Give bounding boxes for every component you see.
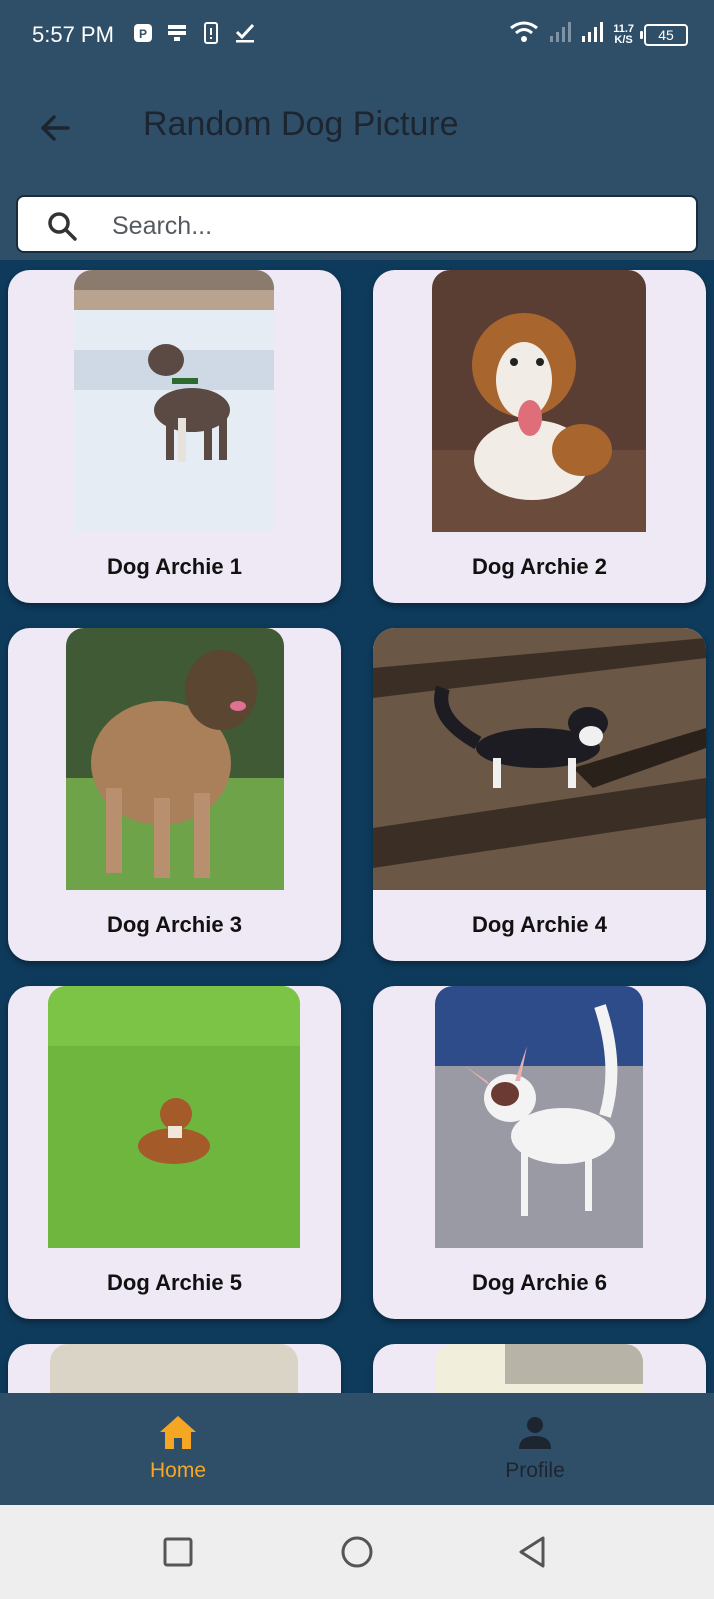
bottom-navigation: Home Profile (0, 1393, 714, 1505)
svg-text:P: P (139, 27, 147, 41)
recent-apps-button[interactable] (158, 1532, 198, 1572)
dog-card-title: Dog Archie 3 (107, 912, 242, 937)
dog-card-title: Dog Archie 2 (472, 554, 607, 579)
dog-card[interactable]: Dog Archie 5 (8, 986, 341, 1319)
notification-check-icon (234, 22, 256, 44)
dog-image (432, 270, 646, 532)
app-header: 5:57 PM P 11.7 K/S 45 Random Dog Picture (0, 0, 714, 260)
dog-grid: Dog Archie 1 Dog Archie 2 Dog Archie 3 D… (0, 262, 714, 1393)
network-speed-unit: K/S (614, 33, 633, 46)
dog-image (48, 986, 300, 1248)
dog-card[interactable] (373, 1344, 706, 1393)
dog-card-title: Dog Archie 5 (107, 1270, 242, 1295)
notification-app-icon: P (132, 22, 154, 44)
dog-card-title: Dog Archie 1 (107, 554, 242, 579)
status-time: 5:57 PM (32, 22, 114, 47)
back-button[interactable] (34, 106, 78, 150)
signal-weak-icon (549, 21, 572, 48)
page-title: Random Dog Picture (143, 105, 459, 143)
nav-home-label: Home (149, 1459, 207, 1482)
notification-icons: P (132, 22, 256, 44)
notification-phone-icon (200, 22, 222, 44)
circle-icon (341, 1536, 373, 1568)
home-system-button[interactable] (337, 1532, 377, 1572)
search-input[interactable]: Search... (16, 195, 698, 253)
search-placeholder: Search... (112, 212, 213, 240)
dog-image (66, 628, 284, 890)
dog-card[interactable]: Dog Archie 3 (8, 628, 341, 961)
dog-card[interactable]: Dog Archie 6 (373, 986, 706, 1319)
dog-image (373, 628, 706, 890)
status-right: 11.7 K/S 45 (509, 20, 688, 49)
triangle-back-icon (519, 1536, 545, 1568)
network-speed-value: 11.7 (613, 22, 634, 35)
notification-desktop-icon (166, 22, 188, 44)
app-bar: Random Dog Picture (0, 90, 714, 166)
dog-card[interactable]: Dog Archie 4 (373, 628, 706, 961)
dog-image (74, 270, 274, 532)
status-bar: 5:57 PM P 11.7 K/S 45 (0, 0, 714, 72)
dog-image (435, 986, 643, 1248)
back-system-button[interactable] (513, 1532, 553, 1572)
dog-image (435, 1344, 643, 1393)
home-icon (156, 1411, 200, 1455)
dog-image (50, 1344, 298, 1393)
nav-profile[interactable]: Profile (455, 1411, 615, 1483)
signal-icon (581, 21, 604, 48)
wifi-icon (509, 20, 539, 49)
dog-card[interactable] (8, 1344, 341, 1393)
nav-home[interactable]: Home (98, 1411, 258, 1483)
dog-card[interactable]: Dog Archie 1 (8, 270, 341, 603)
square-icon (163, 1537, 193, 1567)
network-speed: 11.7 K/S (613, 22, 634, 46)
battery-icon: 45 (640, 23, 688, 46)
arrow-left-icon (41, 115, 70, 141)
search-icon (46, 210, 78, 242)
nav-profile-label: Profile (505, 1459, 565, 1482)
system-navigation-bar (0, 1505, 714, 1599)
dog-card-title: Dog Archie 6 (472, 1270, 607, 1295)
dog-card[interactable]: Dog Archie 2 (373, 270, 706, 603)
dog-card-title: Dog Archie 4 (472, 912, 607, 937)
person-icon (513, 1411, 557, 1455)
